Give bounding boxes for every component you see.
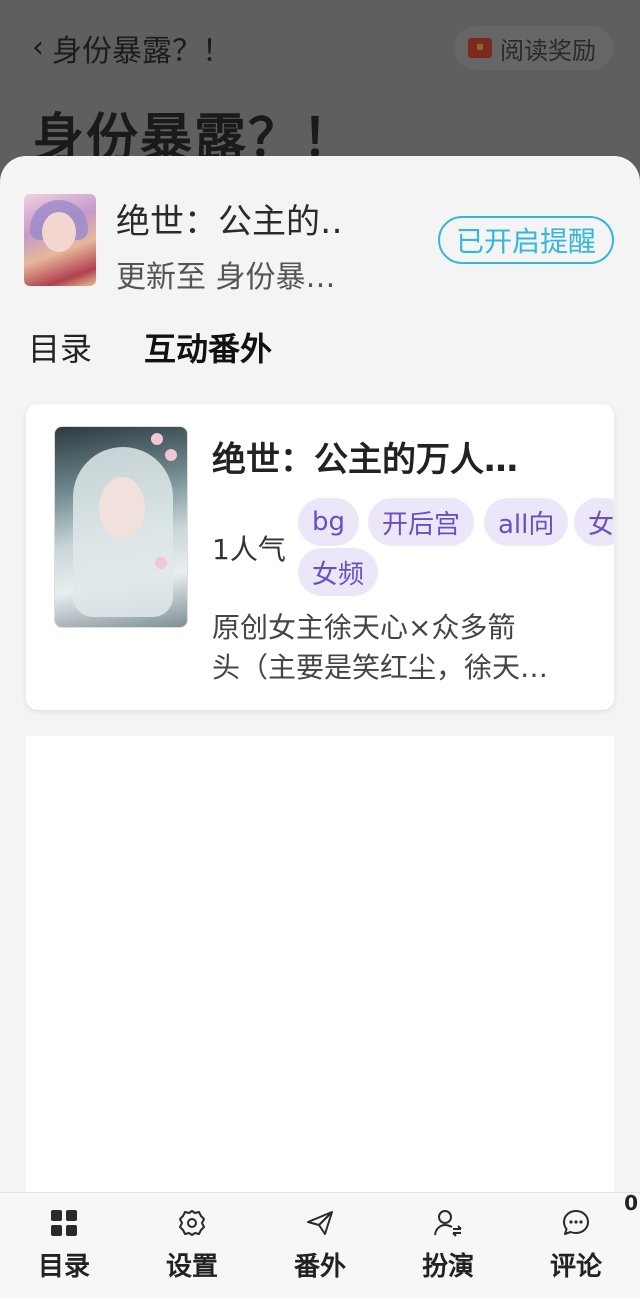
nav-label: 设置 bbox=[165, 1252, 218, 1282]
nav-settings[interactable]: 设置 bbox=[128, 1193, 256, 1298]
description-line: 头（主要是笑红尘，徐天… bbox=[212, 651, 549, 684]
reader-header: ‹ 身份暴露？！ 阅读奖励 身份暴露？！ bbox=[0, 0, 640, 170]
nav-label: 扮演 bbox=[421, 1252, 474, 1282]
paper-plane-icon bbox=[307, 1211, 333, 1235]
reading-reward-label: 阅读奖励 bbox=[500, 36, 596, 65]
nav-roleplay[interactable]: 扮演 bbox=[384, 1193, 512, 1298]
back-title: 身份暴露？！ bbox=[52, 34, 232, 69]
grid-icon bbox=[51, 1210, 77, 1236]
extras-list-area bbox=[26, 736, 614, 1206]
novel-cover-image[interactable] bbox=[24, 194, 96, 286]
novel-title: 绝世：公主的‥ bbox=[116, 202, 343, 242]
chat-bubble-icon bbox=[563, 1210, 589, 1235]
bottom-nav: 目录 设置 番外 扮演 评论 0 bbox=[0, 1191, 640, 1298]
update-reminder-button[interactable]: 已开启提醒 bbox=[437, 216, 614, 264]
popularity-count: 1人气 bbox=[212, 533, 286, 566]
sheet-tabs: 目录 互动番外 bbox=[28, 324, 272, 370]
bottom-sheet: 绝世：公主的‥ 更新至 身份暴… 已开启提醒 目录 互动番外 绝世：公主的万人…… bbox=[0, 156, 640, 1298]
tag-chip[interactable]: 开后宫 bbox=[368, 498, 475, 546]
tag-chip[interactable]: 女 bbox=[574, 498, 614, 546]
tag-chip[interactable]: 女频 bbox=[298, 548, 379, 596]
nav-label: 评论 bbox=[549, 1252, 602, 1282]
tab-catalog[interactable]: 目录 bbox=[28, 324, 92, 370]
nav-label: 目录 bbox=[37, 1252, 90, 1282]
nav-extras[interactable]: 番外 bbox=[256, 1193, 384, 1298]
tab-interactive-extras[interactable]: 互动番外 bbox=[144, 324, 272, 370]
back-button[interactable]: ‹ 身份暴露？！ bbox=[32, 26, 232, 70]
novel-info: 绝世：公主的‥ 更新至 身份暴… 已开启提醒 bbox=[24, 194, 616, 295]
treasure-chest-icon bbox=[468, 38, 492, 58]
story-title: 绝世：公主的万人… bbox=[212, 440, 518, 480]
novel-update-status: 更新至 身份暴… bbox=[116, 260, 336, 295]
user-switch-icon bbox=[434, 1210, 462, 1237]
nav-label: 番外 bbox=[293, 1252, 346, 1282]
chevron-left-icon: ‹ bbox=[32, 30, 44, 65]
nav-comments[interactable]: 评论 0 bbox=[512, 1191, 640, 1298]
comment-count-badge: 0 bbox=[624, 1191, 638, 1215]
story-description: 原创女主徐天心×众多箭 头（主要是笑红尘，徐天… bbox=[212, 608, 592, 688]
description-line: 原创女主徐天心×众多箭 bbox=[212, 611, 516, 644]
tag-chip[interactable]: all向 bbox=[484, 498, 569, 546]
nav-catalog[interactable]: 目录 bbox=[0, 1193, 128, 1298]
tag-chip[interactable]: bg bbox=[298, 498, 360, 546]
reading-reward-button[interactable]: 阅读奖励 bbox=[454, 26, 614, 70]
gear-icon bbox=[179, 1210, 205, 1236]
extra-story-card[interactable]: 绝世：公主的万人… 1人气 bg 开后宫 all向 女 女频 原创女主徐天心×众… bbox=[26, 404, 614, 710]
story-cover-image bbox=[54, 426, 188, 628]
